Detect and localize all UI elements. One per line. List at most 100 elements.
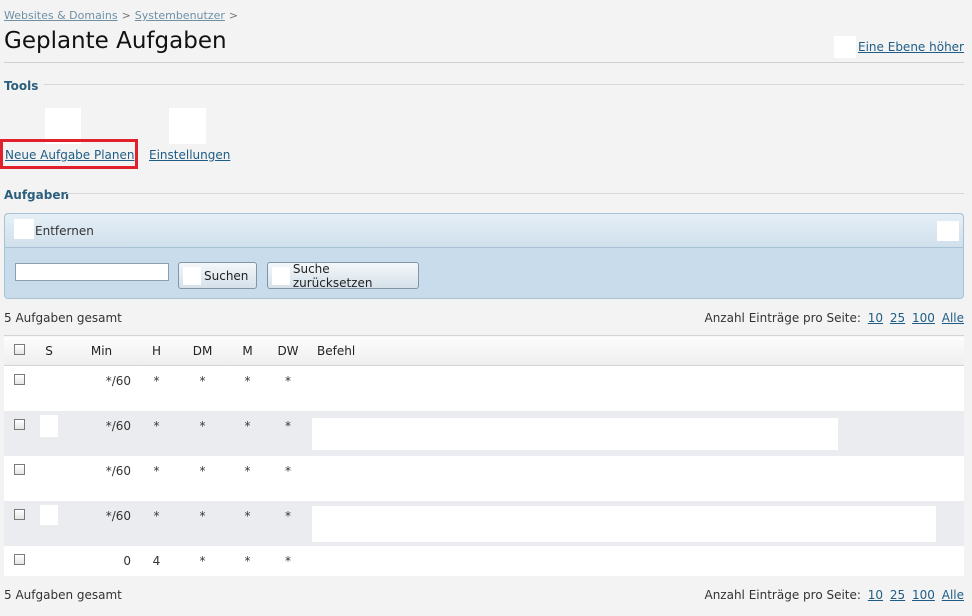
- up-level-label[interactable]: Eine Ebene höher: [858, 40, 964, 54]
- tasks-table: S Min H DM M DW Befehl */60 * * * * */60…: [4, 335, 964, 576]
- month-cell: *: [231, 545, 264, 576]
- tools-heading: Tools: [4, 79, 39, 93]
- column-header-day-of-week[interactable]: DW: [264, 335, 312, 366]
- per-page-100[interactable]: 100: [912, 311, 935, 325]
- select-all-cell: [4, 335, 34, 366]
- up-level-icon[interactable]: [834, 36, 857, 58]
- status-cell: [34, 455, 64, 501]
- min-cell: */60: [64, 410, 139, 456]
- remove-icon[interactable]: [14, 219, 34, 239]
- search-input[interactable]: [15, 263, 169, 281]
- reset-search-icon: [272, 266, 290, 285]
- row-checkbox[interactable]: [13, 553, 25, 565]
- toggle-panel-icon[interactable]: [937, 221, 959, 241]
- hour-cell: *: [139, 455, 174, 501]
- breadcrumb-separator: >: [228, 9, 239, 22]
- breadcrumb-systembenutzer[interactable]: Systembenutzer: [135, 9, 225, 22]
- row-checkbox[interactable]: [13, 374, 25, 385]
- hour-cell: *: [139, 365, 174, 411]
- table-row: */60 * * * *: [4, 455, 964, 501]
- min-cell: */60: [64, 455, 139, 501]
- tasks-divider: [66, 193, 964, 194]
- task-count-summary-footer: 5 Aufgaben gesamt: [4, 588, 122, 602]
- remove-button[interactable]: Entfernen: [35, 224, 94, 238]
- search-button-label: Suchen: [204, 268, 249, 283]
- search-icon: [183, 266, 201, 285]
- table-row: 0 4 * * *: [4, 545, 964, 576]
- min-cell: */60: [64, 500, 139, 546]
- column-header-status[interactable]: S: [34, 335, 64, 366]
- tasks-heading: Aufgaben: [4, 188, 70, 202]
- per-page-10[interactable]: 10: [868, 588, 883, 602]
- column-header-hour[interactable]: H: [139, 335, 174, 366]
- command-text[interactable]: [312, 505, 936, 542]
- task-toolbar-header: Entfernen: [5, 214, 963, 248]
- column-header-day-of-month[interactable]: DM: [174, 335, 231, 366]
- status-icon[interactable]: [40, 504, 58, 525]
- per-page-25[interactable]: 25: [890, 311, 905, 325]
- status-cell: [34, 545, 64, 576]
- status-cell: [34, 410, 64, 456]
- day-of-week-cell: *: [264, 455, 312, 501]
- breadcrumb-websites-domains[interactable]: Websites & Domains: [4, 9, 118, 22]
- reset-search-label: Suche zurücksetzen: [292, 261, 373, 290]
- settings-icon[interactable]: [169, 108, 206, 144]
- per-page-10[interactable]: 10: [868, 311, 883, 325]
- per-page-all[interactable]: Alle: [942, 311, 964, 325]
- title-divider: [4, 62, 964, 63]
- day-of-week-cell: *: [264, 410, 312, 456]
- min-cell: */60: [64, 365, 139, 411]
- command-text[interactable]: [312, 417, 838, 450]
- month-cell: *: [231, 455, 264, 501]
- day-of-week-cell: *: [264, 500, 312, 546]
- min-cell: 0: [64, 545, 139, 576]
- day-of-week-cell: *: [264, 545, 312, 576]
- row-checkbox[interactable]: [13, 463, 25, 475]
- day-of-month-cell: *: [174, 545, 231, 576]
- day-of-month-cell: *: [174, 455, 231, 501]
- per-page-all[interactable]: Alle: [942, 588, 964, 602]
- search-button[interactable]: Suchen: [178, 262, 257, 289]
- command-cell[interactable]: [312, 410, 964, 456]
- column-header-month[interactable]: M: [231, 335, 264, 366]
- row-checkbox[interactable]: [13, 418, 25, 430]
- status-icon[interactable]: [40, 414, 58, 437]
- hour-cell: *: [139, 500, 174, 546]
- tools-divider: [44, 84, 964, 85]
- month-cell: *: [231, 410, 264, 456]
- settings-link[interactable]: Einstellungen: [149, 148, 230, 162]
- table-row: */60 * * * *: [4, 500, 964, 546]
- column-header-command[interactable]: Befehl: [312, 335, 964, 366]
- command-cell[interactable]: [312, 365, 964, 411]
- up-level-link[interactable]: Eine Ebene höher: [834, 36, 964, 58]
- status-cell: [34, 365, 64, 411]
- task-count-summary: 5 Aufgaben gesamt: [4, 311, 122, 325]
- reset-search-button[interactable]: Suche zurücksetzen: [267, 261, 419, 290]
- day-of-month-cell: *: [174, 410, 231, 456]
- table-header-row: S Min H DM M DW Befehl: [4, 335, 964, 366]
- day-of-month-cell: *: [174, 500, 231, 546]
- select-all-checkbox[interactable]: [13, 343, 25, 355]
- column-header-min[interactable]: Min: [64, 335, 139, 366]
- command-cell[interactable]: [312, 545, 964, 576]
- per-page-selector-footer: Anzahl Einträge pro Seite: 10 25 100 All…: [704, 588, 964, 602]
- breadcrumb: Websites & Domains > Systembenutzer >: [4, 9, 242, 22]
- page-title: Geplante Aufgaben: [4, 28, 227, 54]
- command-cell[interactable]: [312, 500, 964, 546]
- breadcrumb-separator: >: [121, 9, 131, 22]
- highlight-box: [0, 139, 138, 169]
- per-page-25[interactable]: 25: [890, 588, 905, 602]
- per-page-100[interactable]: 100: [912, 588, 935, 602]
- per-page-selector: Anzahl Einträge pro Seite: 10 25 100 All…: [704, 311, 964, 325]
- month-cell: *: [231, 500, 264, 546]
- command-cell[interactable]: [312, 455, 964, 501]
- per-page-label: Anzahl Einträge pro Seite:: [704, 588, 861, 602]
- task-toolbar-panel: Entfernen Suchen Suche zurücksetzen: [4, 213, 964, 299]
- hour-cell: 4: [139, 545, 174, 576]
- row-checkbox[interactable]: [13, 508, 25, 520]
- day-of-week-cell: *: [264, 365, 312, 411]
- day-of-month-cell: *: [174, 365, 231, 411]
- per-page-label: Anzahl Einträge pro Seite:: [704, 311, 861, 325]
- table-row: */60 * * * *: [4, 410, 964, 456]
- month-cell: *: [231, 365, 264, 411]
